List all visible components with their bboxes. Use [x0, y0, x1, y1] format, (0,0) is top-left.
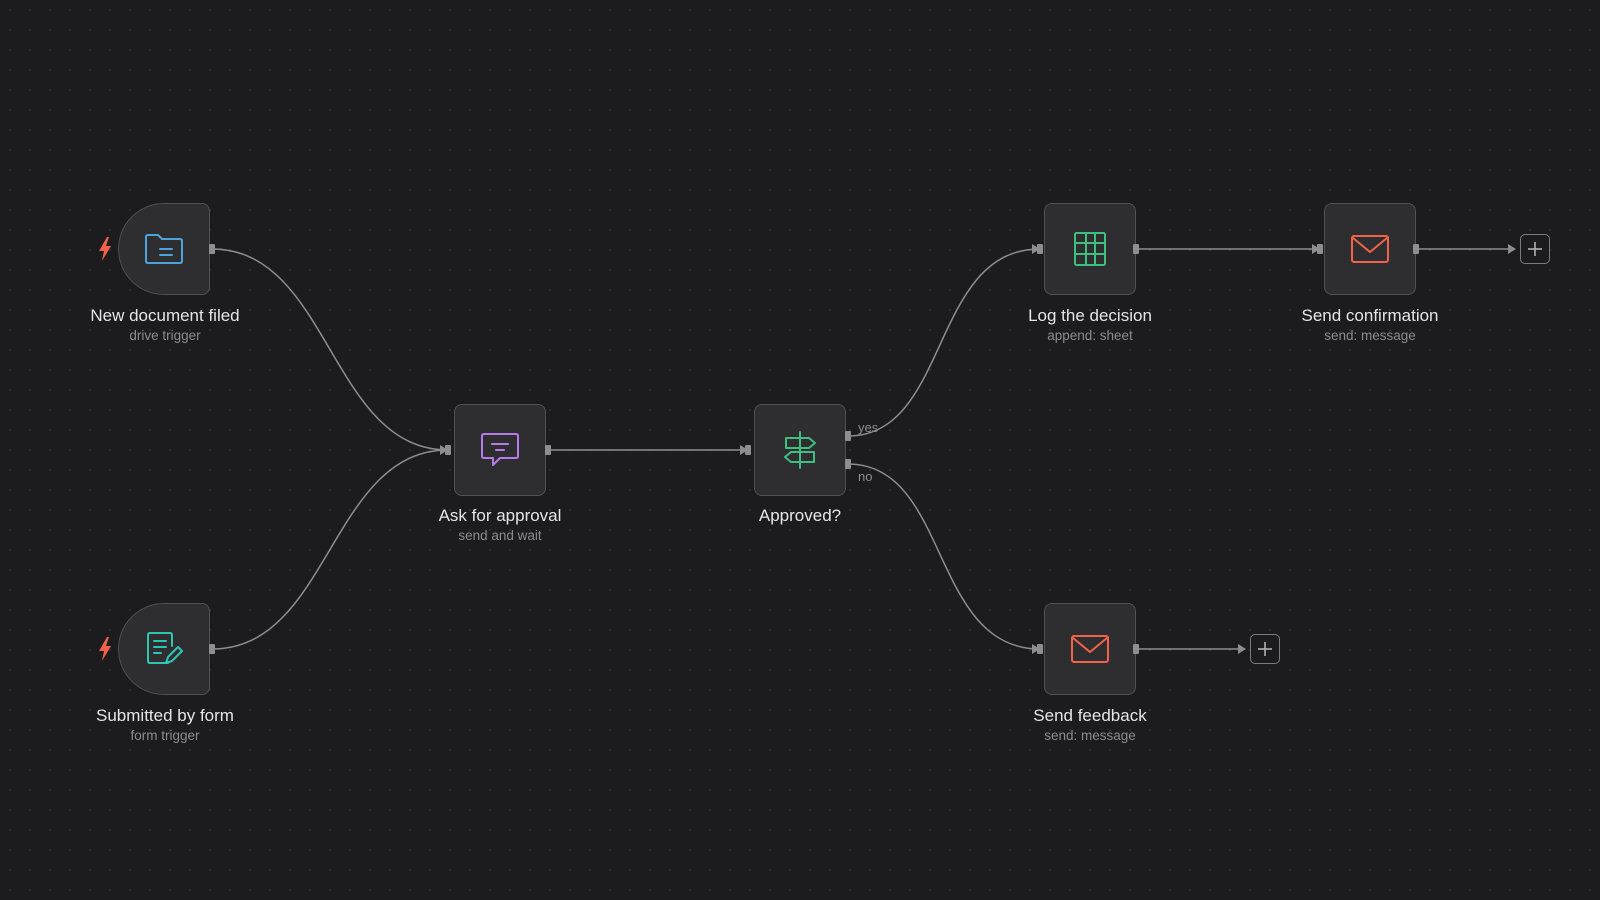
- arrow-head: [1508, 244, 1516, 254]
- workflow-canvas[interactable]: New document filed drive trigger Submitt…: [0, 0, 1600, 900]
- edge-new-document-to-ask-approval: [211, 248, 449, 451]
- node-title: Submitted by form: [96, 706, 234, 725]
- add-node-button[interactable]: [1250, 634, 1280, 664]
- arrow-head: [1238, 644, 1246, 654]
- node-label-log-the-decision: Log the decision append: sheet: [970, 306, 1210, 345]
- output-port-yes[interactable]: [845, 431, 851, 441]
- node-label-send-confirmation: Send confirmation send: message: [1250, 306, 1490, 345]
- input-port[interactable]: [1037, 644, 1043, 654]
- node-label-new-document-filed: New document filed drive trigger: [45, 306, 285, 345]
- node-title: Ask for approval: [438, 506, 562, 525]
- node-subtitle: send: message: [1324, 328, 1416, 344]
- output-port-no[interactable]: [845, 459, 851, 469]
- envelope-icon: [1350, 234, 1390, 264]
- node-log-the-decision[interactable]: [1044, 203, 1136, 295]
- branch-label-yes: yes: [858, 420, 879, 435]
- folder-document-icon: [143, 231, 185, 267]
- node-title: Send feedback: [1033, 706, 1147, 725]
- node-submitted-by-form[interactable]: [118, 603, 210, 695]
- node-label-ask-for-approval: Ask for approval send and wait: [380, 506, 620, 545]
- input-port[interactable]: [745, 445, 751, 455]
- node-subtitle: send: message: [1044, 728, 1136, 744]
- output-port[interactable]: [209, 644, 215, 654]
- output-port[interactable]: [1133, 644, 1139, 654]
- node-ask-for-approval[interactable]: [454, 404, 546, 496]
- input-port[interactable]: [1037, 244, 1043, 254]
- node-subtitle: send and wait: [458, 528, 542, 544]
- node-send-feedback[interactable]: [1044, 603, 1136, 695]
- spreadsheet-icon: [1072, 230, 1108, 268]
- node-label-send-feedback: Send feedback send: message: [970, 706, 1210, 745]
- lightning-bolt-icon: [99, 237, 111, 261]
- edge-approved-no-to-send-feedback: [847, 463, 1041, 650]
- branch-label-no: no: [858, 469, 873, 484]
- node-label-submitted-by-form: Submitted by form form trigger: [45, 706, 285, 745]
- envelope-icon: [1070, 634, 1110, 664]
- add-node-button[interactable]: [1520, 234, 1550, 264]
- output-port[interactable]: [1413, 244, 1419, 254]
- node-title: Log the decision: [1028, 306, 1152, 325]
- node-title: Send confirmation: [1301, 306, 1439, 325]
- output-port[interactable]: [1133, 244, 1139, 254]
- output-port[interactable]: [545, 445, 551, 455]
- node-title: New document filed: [90, 306, 240, 325]
- node-label-approved: Approved?: [680, 506, 920, 526]
- signpost-icon: [781, 430, 819, 470]
- node-new-document-filed[interactable]: [118, 203, 210, 295]
- input-port[interactable]: [445, 445, 451, 455]
- form-edit-icon: [144, 630, 184, 668]
- plus-icon: [1258, 642, 1272, 656]
- chat-bubble-icon: [478, 431, 522, 469]
- node-send-confirmation[interactable]: [1324, 203, 1416, 295]
- node-title: Approved?: [758, 506, 842, 525]
- node-subtitle: append: sheet: [1047, 328, 1133, 344]
- node-subtitle: form trigger: [130, 728, 200, 744]
- node-approved[interactable]: [754, 404, 846, 496]
- lightning-bolt-icon: [99, 637, 111, 661]
- output-port[interactable]: [209, 244, 215, 254]
- node-subtitle: drive trigger: [129, 328, 201, 344]
- plus-icon: [1528, 242, 1542, 256]
- input-port[interactable]: [1317, 244, 1323, 254]
- edge-submitted-form-to-ask-approval: [211, 449, 449, 650]
